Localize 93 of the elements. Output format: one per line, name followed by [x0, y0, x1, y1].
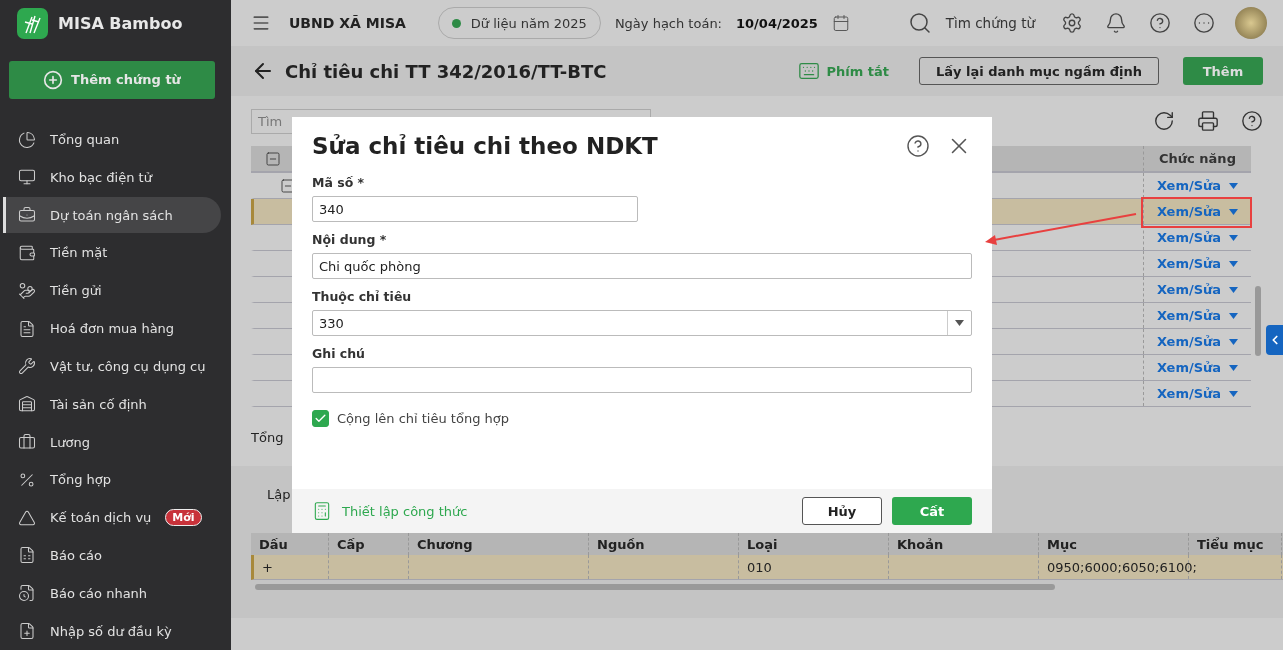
wallet-icon [18, 244, 36, 262]
bamboo-logo-icon [17, 8, 48, 40]
checkbox[interactable] [312, 410, 329, 427]
input-field[interactable]: 340 [312, 196, 638, 222]
view-edit-link[interactable]: Xem/Sửa [1156, 230, 1239, 245]
checkbox-label[interactable]: Cộng lên chỉ tiêu tổng hợp [312, 410, 972, 427]
spreadsheet-icon [18, 546, 36, 565]
table-cell: 0950;6000;6050;6100; [1047, 559, 1197, 575]
briefcase-icon [18, 433, 36, 452]
sidebar-item[interactable]: Tài sản cố định [3, 386, 221, 423]
bell-icon[interactable] [1105, 12, 1127, 34]
more-icon[interactable] [1193, 12, 1215, 34]
page-title: Chỉ tiêu chi TT 342/2016/TT-BTC [285, 60, 607, 82]
calendar-icon[interactable] [831, 14, 850, 32]
sidebar-item[interactable]: Lương [3, 424, 221, 460]
caret-icon [1229, 234, 1239, 241]
reset-default-button[interactable]: Lấy lại danh mục ngầm định [918, 57, 1159, 85]
search-icon[interactable] [907, 11, 932, 35]
printer-icon[interactable] [1197, 110, 1219, 132]
organization-name: UBND XÃ MISA [289, 15, 406, 31]
sidebar-item[interactable]: Dự toán ngân sách [3, 197, 221, 234]
sidebar-item[interactable]: Tiền gửi [3, 272, 221, 309]
document-icon [18, 319, 36, 338]
app-name: MISA Bamboo [58, 14, 183, 34]
sidebar-item[interactable]: Vật tư, công cụ dụng cụ [3, 348, 221, 385]
posting-date: 10/04/2025 [736, 15, 818, 31]
settings-icon[interactable] [1061, 12, 1083, 34]
table-row[interactable]: + 010 0950;6000;6050;6100; [251, 555, 1283, 580]
help-icon[interactable] [1149, 12, 1171, 34]
cancel-button[interactable]: Hủy [802, 497, 882, 525]
sidebar-item[interactable]: Tổng hợp [3, 461, 221, 498]
wrench-icon [18, 357, 36, 376]
percent-icon [18, 470, 36, 489]
refresh-icon[interactable] [1153, 110, 1175, 132]
select-field[interactable]: 330 [312, 310, 972, 336]
new-badge: Mới [165, 509, 202, 527]
sidebar-item[interactable]: Kế toán dịch vụ Mới [3, 499, 221, 536]
scrollbar-thumb[interactable] [1255, 286, 1261, 356]
sidebar-item[interactable]: Báo cáo [3, 537, 221, 574]
caret-icon [1229, 390, 1239, 397]
view-edit-link[interactable]: Xem/Sửa [1156, 334, 1239, 349]
triangle-icon [18, 508, 36, 527]
briefcase-icon [18, 206, 36, 225]
caret-icon [1229, 338, 1239, 345]
file-plus-icon [18, 622, 36, 641]
input-field[interactable] [312, 367, 972, 393]
caret-icon [1229, 208, 1239, 215]
help-icon[interactable] [1241, 110, 1263, 132]
monitor-icon [18, 168, 36, 187]
plus-icon [43, 69, 64, 90]
hand-coins-icon [18, 281, 36, 300]
sidebar-item[interactable]: Tổng quan [3, 121, 221, 158]
field-label: Mã số * [312, 175, 366, 190]
sidebar-item[interactable]: Nhập số dư đầu kỳ [3, 613, 221, 649]
pie-chart-icon [18, 130, 36, 149]
caret-icon [1229, 312, 1239, 319]
menu-icon[interactable] [251, 13, 271, 33]
caret-icon [1229, 260, 1239, 267]
view-edit-link[interactable]: Xem/Sửa [1156, 308, 1239, 323]
sidebar-item[interactable]: Kho bạc điện tử [3, 159, 221, 196]
caret-icon [955, 320, 964, 326]
field-label: Ghi chú [312, 346, 366, 361]
dialog-title: Sửa chỉ tiêu chi theo NDKT [312, 133, 659, 159]
caret-icon [1229, 364, 1239, 371]
table-cell: + [262, 559, 273, 575]
search-documents-link[interactable]: Tìm chứng từ [945, 15, 1035, 31]
sidebar-item[interactable]: Báo cáo nhanh [3, 575, 221, 612]
input-field[interactable]: Chi quốc phòng [312, 253, 972, 279]
field-label: Nội dung * [312, 232, 388, 247]
detail-tab[interactable]: Lập [251, 482, 291, 506]
header-cell: Chức năng [1159, 151, 1236, 166]
collapse-panel-button[interactable] [1266, 325, 1283, 355]
total-label: Tổng [251, 429, 284, 445]
check-icon [314, 412, 327, 425]
table-cell: 010 [747, 559, 772, 575]
help-icon[interactable] [906, 134, 930, 158]
keyboard-icon [798, 60, 821, 82]
field-label: Thuộc chỉ tiêu [312, 289, 413, 304]
view-edit-link[interactable]: Xem/Sửa [1156, 282, 1239, 297]
document-clock-icon [18, 584, 36, 603]
caret-icon [1229, 182, 1239, 189]
warehouse-icon [18, 395, 36, 414]
view-edit-link[interactable]: Xem/Sửa [1156, 386, 1239, 401]
posting-date-label: Ngày hạch toán: [614, 15, 722, 31]
view-edit-link[interactable]: Xem/Sửa [1156, 256, 1239, 271]
calculator-icon [312, 501, 332, 521]
caret-icon [1229, 286, 1239, 293]
view-edit-link[interactable]: Xem/Sửa [1156, 178, 1239, 193]
view-edit-link[interactable]: Xem/Sửa [1156, 360, 1239, 375]
collapse-icon[interactable] [265, 150, 281, 167]
horizontal-scrollbar[interactable] [255, 584, 1055, 590]
sidebar-item[interactable]: Hoá đơn mua hàng [3, 310, 221, 347]
sidebar-item[interactable]: Tiền mặt [3, 235, 221, 271]
